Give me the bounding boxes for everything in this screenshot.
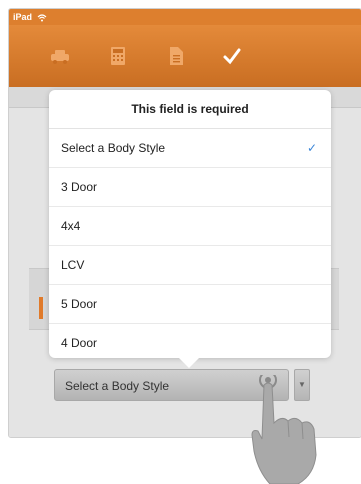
option-5-door[interactable]: 5 Door	[49, 285, 331, 324]
option-4-door[interactable]: 4 Door	[49, 324, 331, 362]
calculator-icon[interactable]	[107, 45, 129, 67]
option-label: 4x4	[61, 219, 81, 233]
option-label: 4 Door	[61, 336, 98, 350]
body-style-select-value: Select a Body Style	[65, 379, 170, 393]
option-label: 5 Door	[61, 297, 98, 311]
popover-pointer	[179, 358, 199, 368]
tap-hand-icon	[251, 375, 317, 484]
body-style-popover: This field is required Select a Body Sty…	[49, 90, 331, 358]
status-bar: iPad	[9, 9, 361, 25]
popover-title: This field is required	[49, 90, 331, 129]
option-label: Select a Body Style	[61, 141, 166, 155]
document-icon[interactable]	[165, 45, 187, 67]
device-label: iPad	[13, 12, 33, 22]
car-icon[interactable]	[49, 45, 71, 67]
option-label: LCV	[61, 258, 85, 272]
field-indicator	[39, 297, 43, 319]
wifi-icon	[37, 14, 46, 22]
checkmark-icon[interactable]	[221, 45, 243, 67]
option-lcv[interactable]: LCV	[49, 246, 331, 285]
ipad-screen: iPad Select a Body Style ▼ This field is…	[8, 8, 361, 438]
checkmark-icon: ✓	[306, 141, 317, 155]
option-3-door[interactable]: 3 Door	[49, 168, 331, 207]
option-4x4[interactable]: 4x4	[49, 207, 331, 246]
toolbar	[9, 25, 361, 87]
option-label: 3 Door	[61, 180, 98, 194]
option-select-body-style[interactable]: Select a Body Style ✓	[49, 129, 331, 168]
